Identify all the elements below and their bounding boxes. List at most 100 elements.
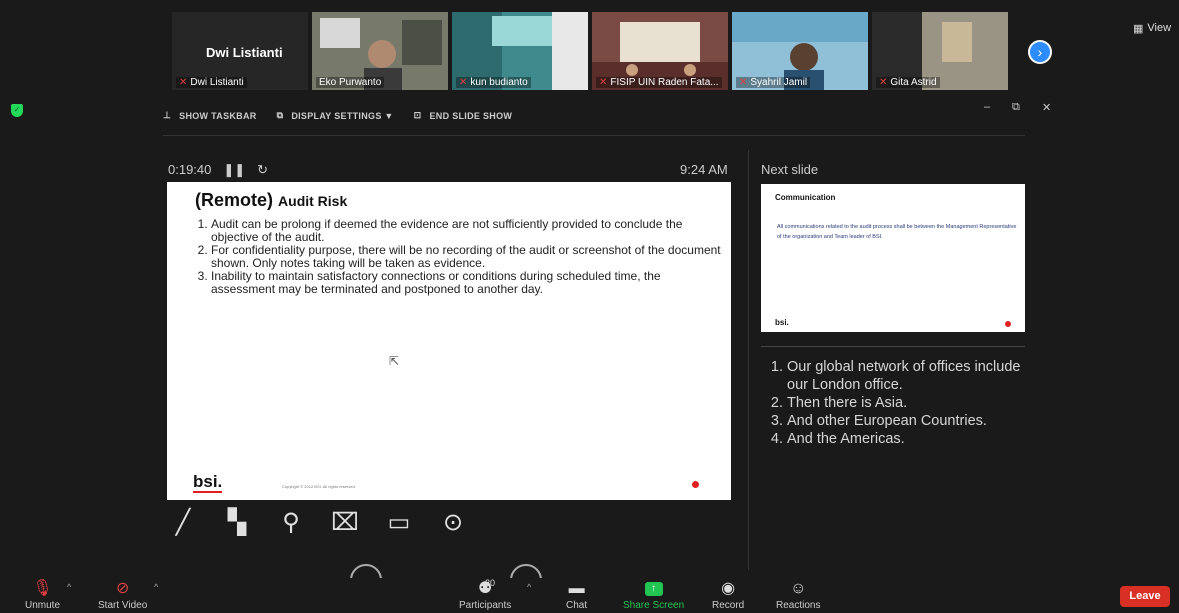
pane-divider (748, 150, 749, 570)
record-button[interactable]: ◉ Record (712, 578, 744, 611)
notes-divider (761, 346, 1025, 347)
chat-label: Chat (566, 600, 588, 611)
unmute-button[interactable]: 🎙︎ Unmute ^ (25, 578, 71, 611)
security-shield-icon[interactable]: ✓ (11, 104, 23, 117)
bsi-logo-text: bsi. (193, 472, 223, 493)
participant-name: FISIP UIN Raden Fata... (610, 77, 719, 88)
reactions-icon: ☺ (790, 580, 807, 597)
note-item: And other European Countries. (787, 412, 1025, 430)
share-screen-button[interactable]: ↑ Share Screen (623, 578, 684, 611)
participant-name: Syahril Jamil (750, 77, 808, 88)
slide-title: (Remote) Audit Risk (195, 190, 347, 211)
next-slide-label: Next slide (761, 162, 819, 177)
more-options-icon[interactable]: ⊙ (437, 508, 469, 537)
slide-points: Audit can be prolong if deemed the evide… (211, 218, 721, 296)
participant-tile[interactable]: ✕ Gita Astrid (872, 12, 1008, 90)
slide-timer: 0:19:40 ❚❚ ↻ (168, 162, 268, 178)
grid-icon: ▦ (1133, 23, 1144, 35)
participant-label: ✕ Syahril Jamil (736, 77, 811, 88)
note-item: And the Americas. (787, 430, 1025, 448)
participant-name: Gita Astrid (890, 77, 937, 88)
participant-tile[interactable]: Dwi Listianti ✕ Dwi Listianti (172, 12, 308, 90)
mic-muted-icon: ✕ (179, 77, 188, 88)
zoom-icon[interactable]: ⚲ (275, 508, 307, 537)
minimize-icon[interactable]: – (984, 101, 990, 113)
participant-tile[interactable]: ✕ kun budianto (452, 12, 588, 90)
mic-muted-icon: ✕ (599, 77, 608, 88)
participant-big-name: Dwi Listianti (206, 45, 283, 60)
share-screen-label: Share Screen (623, 600, 685, 611)
participant-tile[interactable]: Eko Purwanto (312, 12, 448, 90)
end-show-icon: ⊡ (413, 110, 422, 120)
start-video-button[interactable]: ⊘ Start Video ^ (98, 578, 158, 611)
mic-muted-icon: ✕ (879, 77, 888, 88)
participant-name: Dwi Listianti (190, 77, 244, 88)
timer-value: 0:19:40 (168, 162, 212, 177)
display-icon: ⧉ (276, 110, 284, 120)
subtitles-icon[interactable]: ▭ (383, 508, 415, 537)
note-item: Then there is Asia. (787, 394, 1025, 412)
start-video-label: Start Video (98, 600, 148, 611)
caret-up-icon[interactable]: ^ (67, 582, 71, 592)
presenter-toolbar: ⊥ SHOW TASKBAR ⧉ DISPLAY SETTINGS ▼ ⊡ END S… (163, 110, 512, 121)
pen-icon[interactable]: ╱ (167, 508, 199, 537)
participants-label: Participants (459, 600, 512, 611)
end-slide-show-button[interactable]: ⊡ END SLIDE SHOW (414, 110, 513, 121)
slide-point: Inability to maintain satisfactory conne… (211, 270, 721, 296)
slide-navigation (350, 560, 550, 580)
speaker-notes: Our global network of offices include ou… (761, 358, 1025, 448)
close-icon[interactable]: ✕ (1042, 101, 1051, 114)
reactions-button[interactable]: ☺ Reactions (776, 578, 820, 611)
participant-tile[interactable]: ✕ FISIP UIN Raden Fata... (592, 12, 728, 90)
caret-up-icon[interactable]: ^ (154, 582, 158, 592)
laser-icon[interactable]: ⌧ (329, 508, 361, 537)
reactions-label: Reactions (776, 600, 821, 611)
mic-muted-icon: ✕ (739, 77, 748, 88)
participant-label: ✕ Gita Astrid (876, 77, 940, 88)
video-off-icon: ⊘ (115, 580, 130, 597)
display-settings-button[interactable]: ⧉ DISPLAY SETTINGS ▼ (277, 110, 394, 121)
taskbar-icon: ⊥ (163, 110, 172, 120)
slide-point: For confidentiality purpose, there will … (211, 244, 721, 270)
video-strip: Dwi Listianti ✕ Dwi Listianti Eko Purwant… (172, 12, 1008, 90)
slide-title-main: (Remote) (195, 190, 274, 210)
participants-button[interactable]: ⚉ 20 Participants ^ (459, 578, 531, 611)
chat-icon: ▬ (568, 580, 585, 597)
participants-count: 20 (485, 578, 496, 588)
reset-icon[interactable]: ↻ (257, 162, 268, 178)
caret-up-icon[interactable]: ^ (527, 582, 531, 592)
end-slide-show-label: END SLIDE SHOW (429, 110, 513, 121)
show-taskbar-button[interactable]: ⊥ SHOW TASKBAR (163, 110, 257, 121)
restore-icon[interactable]: ⧉ (1012, 101, 1020, 114)
slides-grid-icon[interactable]: ▚ (221, 508, 253, 537)
participant-tile[interactable]: ✕ Syahril Jamil (732, 12, 868, 90)
chat-button[interactable]: ▬ Chat (566, 578, 587, 611)
current-time: 9:24 AM (680, 162, 728, 177)
view-button[interactable]: ▦ View (1133, 22, 1171, 35)
display-settings-label: DISPLAY SETTINGS ▼ (291, 110, 394, 121)
participant-name: kun budianto (470, 77, 528, 88)
participant-label: ✕ Dwi Listianti (176, 77, 247, 88)
view-label: View (1147, 22, 1172, 34)
mouse-cursor-icon: ⇱ (389, 354, 400, 368)
mic-muted-icon: ✕ (459, 77, 468, 88)
red-dot-marker (692, 481, 699, 488)
leave-button[interactable]: Leave (1120, 586, 1170, 607)
participant-label: ✕ FISIP UIN Raden Fata... (596, 77, 722, 88)
copyright-text: Copyright © 2012 BSI. All rights reserve… (282, 484, 356, 489)
next-page-arrow-icon[interactable]: › (1028, 40, 1052, 64)
participant-name: Eko Purwanto (319, 77, 382, 88)
slide-title-sub: Audit Risk (278, 193, 348, 209)
next-slide-preview[interactable]: Communication All communications related… (761, 184, 1025, 332)
record-label: Record (712, 600, 745, 611)
pause-icon[interactable]: ❚❚ (223, 162, 245, 178)
bsi-logo: bsi. (193, 472, 223, 493)
unmute-label: Unmute (25, 600, 61, 611)
meeting-toolbar: 🎙︎ Unmute ^ ⊘ Start Video ^ ⚉ 20 Partici… (0, 578, 1179, 613)
next-slide-red-dot (1005, 321, 1011, 327)
next-slide-logo: bsi. (775, 318, 789, 327)
note-item: Our global network of offices include ou… (787, 358, 1025, 394)
mic-muted-icon: 🎙︎ (32, 580, 53, 597)
share-screen-icon: ↑ (644, 582, 663, 596)
slide-point: Audit can be prolong if deemed the evide… (211, 218, 721, 244)
